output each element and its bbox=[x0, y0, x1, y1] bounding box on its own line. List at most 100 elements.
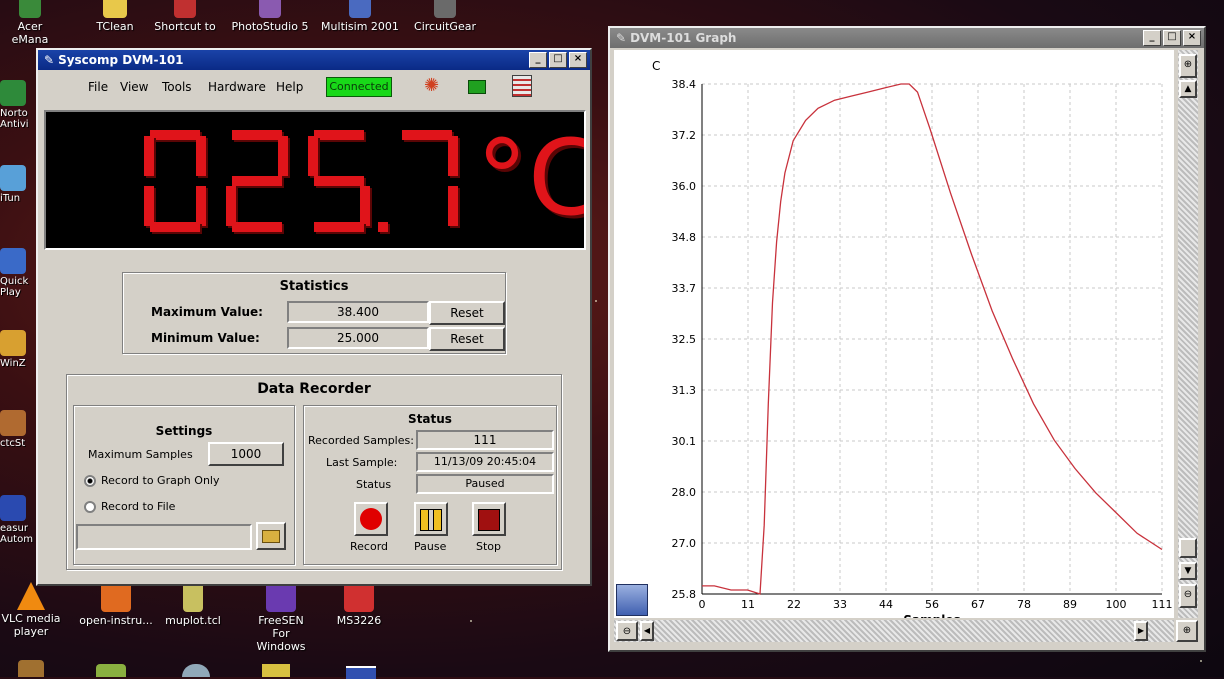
record-icon bbox=[360, 508, 382, 530]
graph-title: DVM-101 Graph bbox=[630, 31, 737, 45]
record-button[interactable] bbox=[354, 502, 388, 536]
ctc-icon bbox=[0, 410, 26, 436]
folder-open-icon bbox=[262, 530, 280, 543]
stop-button[interactable] bbox=[472, 502, 506, 536]
desktop-icon-ctcst[interactable]: ctcSt bbox=[0, 410, 40, 449]
led-digit-3 bbox=[396, 130, 458, 232]
desktop-icon-tclean[interactable]: TClean bbox=[80, 0, 150, 33]
circuitgear-icon bbox=[434, 0, 456, 18]
graph-titlebar[interactable]: ✎ DVM-101 Graph _ □ × bbox=[610, 28, 1204, 48]
status-label: Status bbox=[356, 478, 392, 491]
graph-window: ✎ DVM-101 Graph _ □ × C 25.8 27.0 28.0 30.1 3… bbox=[608, 26, 1206, 652]
led-unit: °C bbox=[476, 117, 584, 239]
desktop-icon-measure[interactable]: easur Autom bbox=[0, 495, 40, 545]
desktop-icon-partial-5[interactable] bbox=[346, 666, 376, 679]
pause-button[interactable] bbox=[414, 502, 448, 536]
desktop-icon-shortcut[interactable]: Shortcut to bbox=[150, 0, 220, 33]
desktop-icon-muplot[interactable]: muplot.tcl bbox=[158, 582, 228, 627]
file-path-input[interactable] bbox=[76, 524, 252, 550]
desktop-icon-partial-4[interactable] bbox=[262, 664, 290, 677]
desktop-icon-acer[interactable]: Acer eMana bbox=[0, 0, 60, 46]
scroll-thumb[interactable] bbox=[1179, 538, 1197, 558]
maximize-button[interactable]: □ bbox=[549, 52, 567, 68]
desktop-icon-vlc[interactable]: VLC media player bbox=[0, 582, 62, 638]
desktop-icon-partial-1[interactable] bbox=[18, 660, 44, 677]
h-zoom-in-button[interactable]: ⊕ bbox=[1176, 620, 1198, 642]
magnifier-minus-icon: ⊖ bbox=[1183, 589, 1193, 600]
horizontal-scrollbar[interactable]: ⊖ ◀ ▶ bbox=[614, 620, 1174, 642]
desktop-icon-ms3226[interactable]: MS3226 bbox=[326, 582, 392, 627]
desktop-icon-multisim[interactable]: Multisim 2001 bbox=[320, 0, 400, 33]
graph-notes-icon[interactable] bbox=[616, 584, 648, 616]
desktop-icon-freesen[interactable]: FreeSEN For Windows bbox=[248, 582, 314, 653]
v-zoom-in-button[interactable]: ⊕ bbox=[1179, 54, 1197, 78]
winzip-icon bbox=[0, 330, 26, 356]
minimize-button[interactable]: _ bbox=[529, 52, 547, 68]
menu-tools[interactable]: Tools bbox=[162, 80, 192, 94]
menu-file[interactable]: File bbox=[88, 80, 108, 94]
vertical-scrollbar[interactable]: ⊕ ▲ ▼ ⊖ bbox=[1178, 50, 1198, 618]
data-recorder-group: Data Recorder Settings Maximum Samples 1… bbox=[66, 374, 562, 570]
desktop-icon-norton[interactable]: Norto Antivi bbox=[0, 80, 40, 130]
desktop-icon-itunes[interactable]: iTun bbox=[0, 165, 40, 204]
scroll-down-button[interactable]: ▼ bbox=[1179, 562, 1197, 580]
pause-label: Pause bbox=[414, 540, 447, 553]
scroll-right-button[interactable]: ▶ bbox=[1134, 621, 1148, 641]
x-tick-label: 89 bbox=[1063, 598, 1077, 611]
settings-title: Settings bbox=[155, 424, 213, 438]
y-tick-label: 34.8 bbox=[672, 231, 697, 244]
record-label: Record bbox=[350, 540, 389, 553]
radio-record-file[interactable]: Record to File bbox=[84, 500, 175, 513]
desktop-icon-open-instruments[interactable]: open-instru... bbox=[76, 582, 156, 627]
desktop-icon-partial-2[interactable] bbox=[96, 664, 126, 677]
statistics-group: Statistics Maximum Value: 38.400 Reset M… bbox=[122, 272, 506, 354]
browse-folder-button[interactable] bbox=[256, 522, 286, 550]
stop-label: Stop bbox=[476, 540, 502, 553]
max-samples-input[interactable]: 1000 bbox=[208, 442, 284, 466]
led-display: 025.7 °C bbox=[44, 110, 586, 250]
desktop-icon-quickplay[interactable]: Quick Play bbox=[0, 248, 40, 298]
grid-view-icon[interactable] bbox=[512, 75, 532, 97]
max-samples-label: Maximum Samples bbox=[88, 448, 193, 461]
data-recorder-title: Data Recorder bbox=[257, 381, 371, 397]
x-tick-label: 67 bbox=[971, 598, 985, 611]
scroll-up-button[interactable]: ▲ bbox=[1179, 80, 1197, 98]
reset-min-button[interactable]: Reset bbox=[429, 327, 505, 351]
acer-icon bbox=[19, 0, 41, 18]
led-digit-2 bbox=[308, 130, 370, 232]
desktop-icon-winzip[interactable]: WinZ bbox=[0, 330, 40, 369]
max-value-field: 38.400 bbox=[287, 301, 429, 323]
radio-selected-icon bbox=[84, 474, 96, 487]
graph-close-button[interactable]: × bbox=[1183, 30, 1201, 46]
x-tick-label: 11 bbox=[741, 598, 755, 611]
menu-view[interactable]: View bbox=[120, 80, 148, 94]
v-zoom-out-button[interactable]: ⊖ bbox=[1179, 584, 1197, 608]
radio-unselected-icon bbox=[84, 500, 96, 513]
menu-help[interactable]: Help bbox=[276, 80, 303, 94]
dvm-titlebar[interactable]: ✎ Syscomp DVM-101 _ □ × bbox=[38, 50, 590, 70]
desktop-icon-photostudio[interactable]: PhotoStudio 5 bbox=[230, 0, 310, 33]
y-tick-label: 37.2 bbox=[672, 129, 697, 142]
desktop-icon-partial-3[interactable] bbox=[182, 664, 210, 677]
settings-group: Settings Maximum Samples 1000 Record to … bbox=[73, 405, 295, 565]
graph-minimize-button[interactable]: _ bbox=[1143, 30, 1161, 46]
scroll-left-button[interactable]: ◀ bbox=[640, 621, 654, 641]
multisim-icon bbox=[349, 0, 371, 18]
quickplay-icon bbox=[0, 248, 26, 274]
itunes-icon bbox=[0, 165, 26, 191]
graph-maximize-button[interactable]: □ bbox=[1163, 30, 1181, 46]
app-feather-icon: ✎ bbox=[616, 31, 627, 45]
reset-max-button[interactable]: Reset bbox=[429, 301, 505, 325]
last-sample-field: 11/13/09 20:45:04 bbox=[416, 452, 554, 472]
led-decimal-point bbox=[378, 222, 388, 232]
menu-hardware[interactable]: Hardware bbox=[208, 80, 266, 94]
desktop-icon-circuitgear[interactable]: CircuitGear bbox=[410, 0, 480, 33]
h-zoom-out-button[interactable]: ⊖ bbox=[616, 621, 638, 641]
folder-icon bbox=[103, 0, 127, 18]
connect-spinner-icon[interactable]: ✺ bbox=[424, 75, 439, 96]
close-button[interactable]: × bbox=[569, 52, 587, 68]
led-reading-text: 025.7 bbox=[46, 112, 47, 113]
menu-bar: File View Tools Hardware Help Connected … bbox=[38, 72, 590, 102]
radio-graph-only[interactable]: Record to Graph Only bbox=[84, 474, 219, 487]
battery-icon[interactable] bbox=[468, 80, 486, 94]
